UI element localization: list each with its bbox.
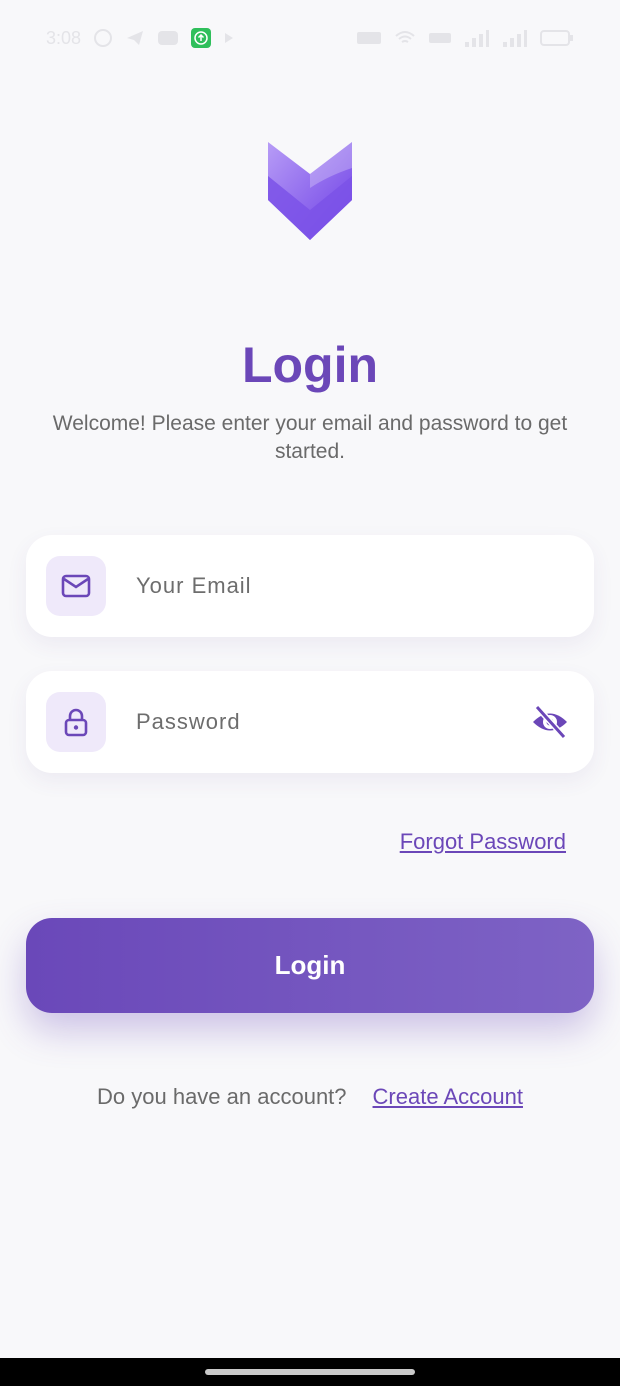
navigation-bar [0,1358,620,1386]
email-field[interactable] [26,535,594,637]
eye-off-icon [533,704,567,740]
signal-icon [465,30,489,47]
status-bar-right [356,28,574,48]
lock-icon [64,708,88,737]
login-button[interactable]: Login [26,918,594,1013]
password-field[interactable] [26,671,594,773]
chevron-v-logo-icon [268,142,352,240]
password-input[interactable] [134,708,528,736]
mail-icon [61,574,91,598]
lock-icon-box [46,692,106,752]
youtube-icon [158,31,179,45]
signal-icon [503,30,527,47]
telegram-icon [127,31,144,45]
status-bar: 3:08 [0,0,620,76]
create-account-link[interactable]: Create Account [373,1084,523,1110]
forgot-password-link[interactable]: Forgot Password [400,829,566,855]
signup-row: Do you have an account? Create Account [0,1084,620,1110]
page-title: Login [241,337,379,393]
data-speed-icon [357,32,381,44]
home-indicator[interactable] [205,1369,415,1375]
password-visibility-toggle[interactable] [528,700,572,744]
wifi-icon [395,31,415,43]
status-bar-left: 3:08 [46,28,235,49]
signup-prompt: Do you have an account? [97,1084,347,1109]
upload-icon [191,28,212,48]
page-subtitle: Welcome! Please enter your email and pas… [52,412,568,463]
status-time: 3:08 [46,27,82,48]
volte-icon [429,33,451,43]
email-input[interactable] [134,572,594,600]
play-icon [225,33,234,43]
mail-icon-box [46,556,106,616]
battery-icon [540,30,573,46]
whatsapp-icon [94,29,113,47]
